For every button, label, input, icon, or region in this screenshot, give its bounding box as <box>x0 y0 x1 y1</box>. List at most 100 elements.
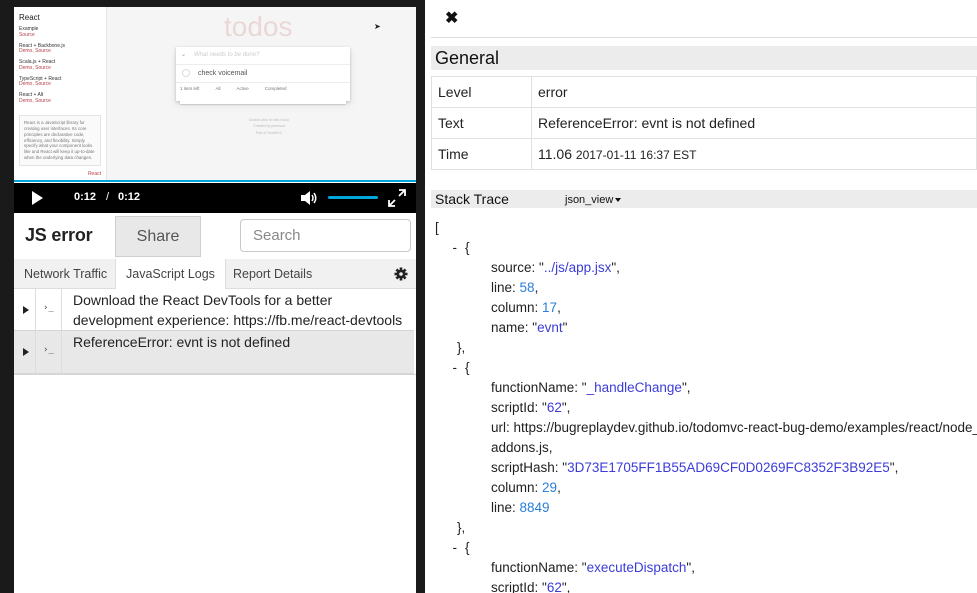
table-key: Time <box>431 138 532 170</box>
tab-javascript-logs[interactable]: JavaScript Logs <box>115 259 226 290</box>
current-time: 0:12 <box>74 191 97 203</box>
time-value: 11.06 <box>538 146 572 162</box>
divider <box>431 37 977 38</box>
json-value: executeDispatch <box>586 560 687 575</box>
json-line: functionName: "_handleChange", <box>491 380 691 395</box>
video-sidebar-item-sub: Source <box>19 31 35 38</box>
time-timestamp: 2017-01-11 16:37 EST <box>575 148 697 162</box>
video-sidebar-item-sub: Demo, Source <box>19 97 51 104</box>
share-button[interactable]: Share <box>115 216 201 257</box>
section-title: General <box>435 48 500 68</box>
video-todo-info: Double-click to edit a todo Created by p… <box>214 117 324 136</box>
json-value: 29 <box>542 480 558 495</box>
time-separator: / <box>106 191 110 203</box>
json-value: 3D73E1705FF1B55AD69CF0D0269FC8352F3B92E5 <box>567 460 890 475</box>
video-sidebar-item: TypeScript + React Demo, Source <box>19 76 101 89</box>
video-frame[interactable]: React Example Source React + Backbone.js D… <box>14 7 416 182</box>
video-todo-app: ⌄ What needs to be done? check voicemail … <box>176 47 350 101</box>
video-todo-placeholder: What needs to be done? <box>194 52 260 58</box>
json-value: https://bugreplaydev.github.io/todomvc-r… <box>513 420 977 435</box>
video-todo-filter-completed: Completed <box>264 86 287 91</box>
expand-triangle-icon <box>23 348 29 356</box>
log-detail-panel: ✖ General Level error Text ReferenceErro… <box>425 0 977 593</box>
json-frame-open: -{ <box>452 360 470 375</box>
json-value: 17 <box>542 300 558 315</box>
video-progress-bar[interactable] <box>14 180 416 182</box>
volume-icon[interactable] <box>300 190 318 206</box>
tab-report-details[interactable]: Report Details <box>223 259 322 289</box>
video-sidebar-brand: React <box>87 171 101 178</box>
console-prompt-icon: ›_ <box>36 289 62 330</box>
checkbox-circle-icon <box>182 69 190 77</box>
json-bracket: [ <box>435 220 439 235</box>
video-sidebar-quote: React is a JavaScript library for creati… <box>19 114 101 167</box>
video-sidebar-title: React <box>19 13 40 22</box>
expand-row[interactable] <box>14 331 36 373</box>
fullscreen-icon[interactable] <box>388 189 406 207</box>
json-value: addons.js, <box>491 440 553 455</box>
search-input[interactable] <box>240 219 411 252</box>
json-line: scriptId: "62", <box>491 400 571 415</box>
json-line: url: https://bugreplaydev.github.io/todo… <box>435 418 977 438</box>
log-row[interactable]: ›_ Download the React DevTools for a bet… <box>14 289 414 331</box>
gear-icon[interactable] <box>394 267 408 281</box>
video-sidebar-item-sub: Demo, Source <box>19 81 51 88</box>
json-line: column: 17, <box>491 300 561 315</box>
json-value: _handleChange <box>586 380 682 395</box>
json-value: 8849 <box>519 500 550 515</box>
video-todo-new-input: ⌄ What needs to be done? <box>176 47 350 65</box>
table-value: error <box>531 76 977 108</box>
log-message: ReferenceError: evnt is not defined <box>73 334 291 350</box>
json-frame-open: -{ <box>452 240 470 255</box>
json-value: ../js/app.jsx <box>543 260 612 275</box>
table-value: ReferenceError: evnt is not defined <box>531 107 977 139</box>
json-line: scriptId: "62", <box>491 580 571 593</box>
tab-network-traffic[interactable]: Network Traffic <box>14 259 117 289</box>
console-prompt-glyph: ›_ <box>43 303 54 313</box>
video-todo-item: check voicemail <box>176 65 350 83</box>
general-section-header: General <box>431 46 977 70</box>
json-frame-open: -{ <box>452 540 470 555</box>
video-sidebar-item-sub: Demo, Source <box>19 64 51 71</box>
video-sidebar-item: Example Source <box>19 26 101 39</box>
json-frame-close: }, <box>457 520 466 535</box>
stack-trace-json: [ -{ source: "../js/app.jsx", line: 58, … <box>435 218 977 593</box>
duration-time: 0:12 <box>118 191 141 203</box>
table-key: Level <box>431 76 532 108</box>
table-key: Text <box>431 107 532 139</box>
json-line: functionName: "executeDispatch", <box>491 560 695 575</box>
json-line: scriptHash: "3D73E1705FF1B55AD69CF0D0269… <box>491 460 899 475</box>
table-value: 11.06 2017-01-11 16:37 EST <box>531 138 977 170</box>
console-prompt-icon: ›_ <box>36 331 62 373</box>
json-value: 58 <box>519 280 535 295</box>
expand-row[interactable] <box>14 289 36 330</box>
play-icon[interactable] <box>32 191 43 205</box>
caret-down-icon <box>615 198 622 203</box>
video-sidebar-item: Scala.js + React Demo, Source <box>19 59 101 72</box>
json-view-label: json_view <box>565 194 614 206</box>
json-line: name: "evnt" <box>491 320 568 335</box>
chevron-down-icon: ⌄ <box>181 52 187 58</box>
volume-slider[interactable] <box>328 196 378 199</box>
table-row: Time 11.06 2017-01-11 16:37 EST <box>431 138 977 170</box>
json-line: column: 29, <box>491 480 561 495</box>
video-todo-filter-all: All <box>215 86 221 91</box>
log-row[interactable]: ›_ ReferenceError: evnt is not defined <box>14 331 414 374</box>
page-title: JS error <box>25 225 93 245</box>
close-icon[interactable]: ✖ <box>445 8 458 28</box>
json-line: source: "../js/app.jsx", <box>491 260 620 275</box>
expand-triangle-icon <box>23 306 29 314</box>
video-sidebar-item: React + Backbone.js Demo, Source <box>19 43 101 56</box>
tab-bar: Network Traffic JavaScript Logs Report D… <box>14 259 416 290</box>
log-message: Download the React DevTools for a better… <box>73 292 403 328</box>
json-value: evnt <box>537 320 563 335</box>
video-todomvc-sidebar: React Example Source React + Backbone.js D… <box>14 7 107 182</box>
json-line: line: 58, <box>491 280 539 295</box>
json-frame-close: }, <box>457 340 466 355</box>
table-row: Text ReferenceError: evnt is not defined <box>431 107 977 139</box>
json-line: addons.js, <box>435 438 975 458</box>
video-todo-info-line: Part of TodoMVC <box>255 130 283 135</box>
json-view-dropdown[interactable]: json_view <box>565 194 622 206</box>
json-value: 62 <box>546 400 562 415</box>
table-row: Level error <box>431 76 977 108</box>
